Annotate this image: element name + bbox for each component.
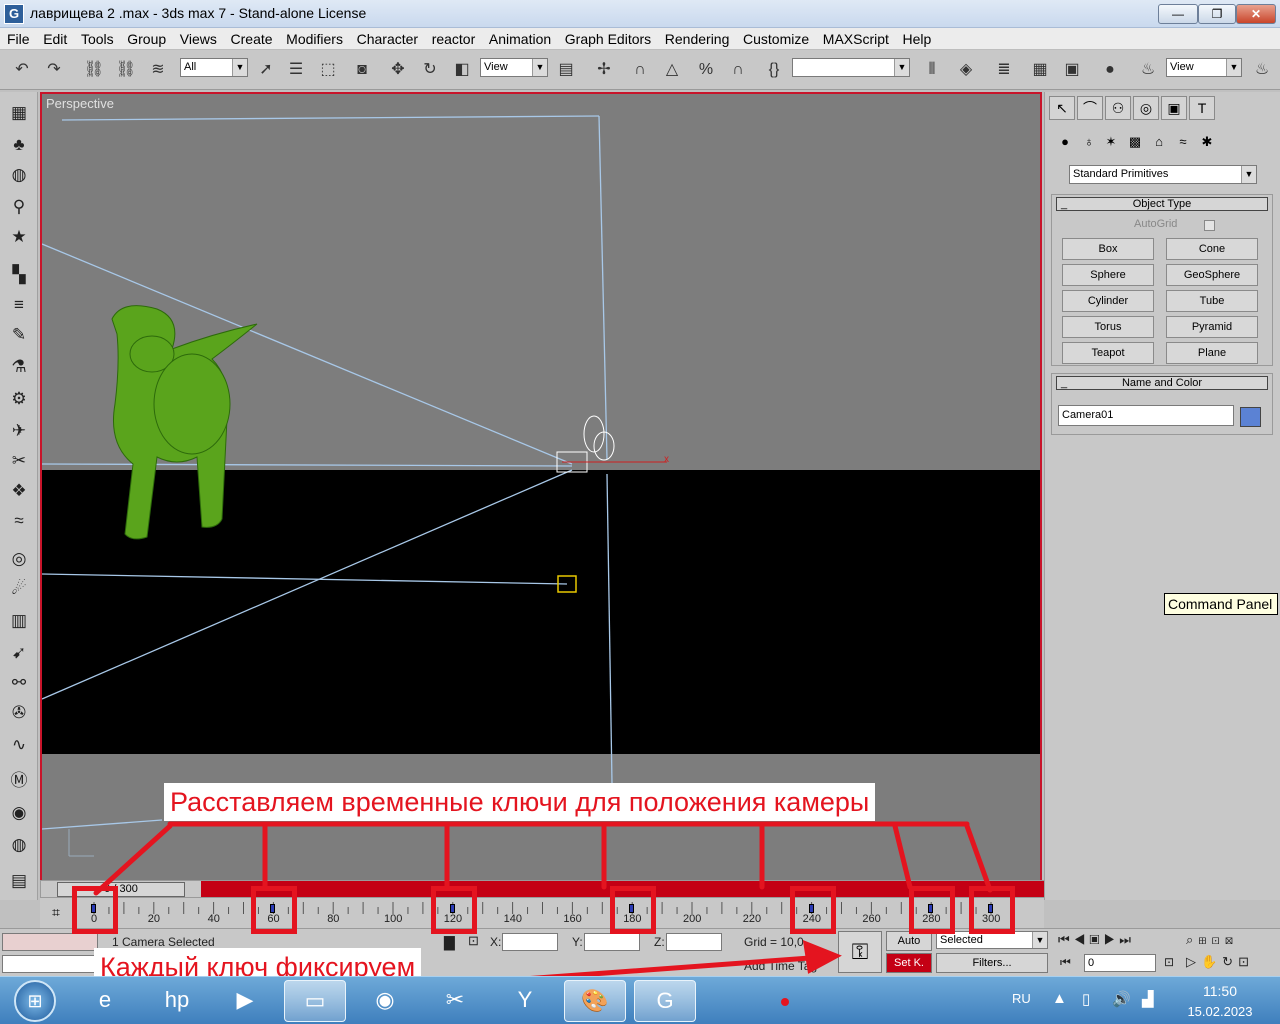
file-explorer-icon[interactable]: ▭ — [284, 980, 346, 1022]
keyframe-highlight-box — [430, 886, 477, 934]
chrome-icon[interactable]: ◉ — [354, 980, 416, 1022]
hp-icon[interactable]: hp — [146, 980, 208, 1022]
power-icon[interactable]: ▯ — [1082, 990, 1090, 1008]
recording-dot — [781, 998, 789, 1006]
yandex-browser-icon[interactable]: Y — [494, 980, 556, 1022]
annotation-top-caption: Расставляем временные ключи для положени… — [164, 783, 876, 821]
snipping-tool-icon[interactable]: ✂ — [424, 980, 486, 1022]
clock-date[interactable]: 15.02.2023 — [1180, 1004, 1260, 1019]
keyframe-highlight-box — [251, 886, 298, 934]
keyframe-highlight-box — [909, 886, 956, 934]
keyframe-highlight-box — [969, 886, 1015, 934]
windows-taskbar: ⊞ e hp ▶ ▭ ◉ ✂ Y 🎨 G RU ▲ ▯ 🔊 ▟ 11:50 15… — [0, 976, 1280, 1024]
3dsmax-taskbar-icon[interactable]: G — [634, 980, 696, 1022]
show-hidden-icons[interactable]: ▲ — [1052, 990, 1067, 1007]
keyframe-highlight-box — [610, 886, 657, 934]
language-indicator[interactable]: RU — [1012, 991, 1031, 1006]
annotation-lines — [93, 821, 993, 987]
internet-explorer-icon[interactable]: e — [74, 980, 136, 1022]
keyframe-highlight-box — [72, 886, 118, 934]
clock-time[interactable]: 11:50 — [1180, 983, 1260, 999]
volume-icon[interactable]: 🔊 — [1112, 990, 1131, 1008]
media-player-icon[interactable]: ▶ — [214, 980, 276, 1022]
paint-icon[interactable]: 🎨 — [564, 980, 626, 1022]
network-icon[interactable]: ▟ — [1142, 990, 1154, 1008]
start-button[interactable]: ⊞ — [14, 980, 56, 1022]
keyframe-highlight-box — [789, 886, 836, 934]
